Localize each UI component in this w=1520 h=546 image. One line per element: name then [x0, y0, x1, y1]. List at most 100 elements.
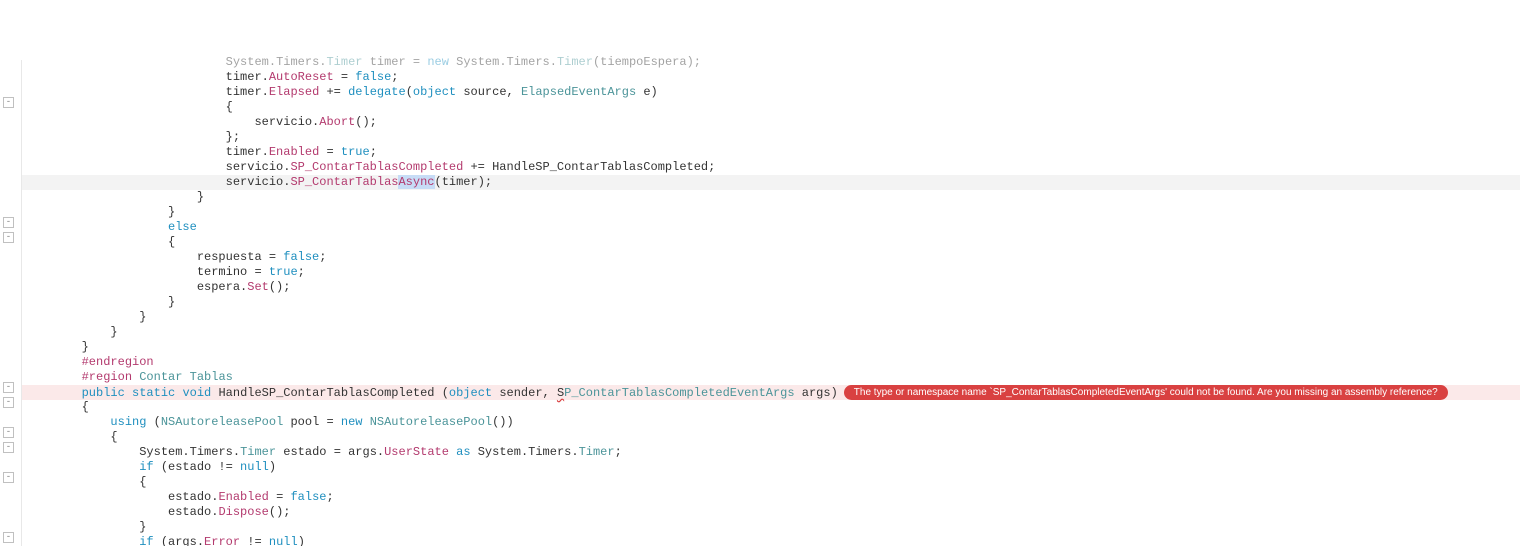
code-token: ();	[269, 505, 291, 519]
fold-toggle[interactable]: -	[3, 97, 14, 108]
code-line[interactable]: {	[22, 400, 1520, 415]
code-line[interactable]: }	[22, 325, 1520, 340]
code-line[interactable]: }	[22, 520, 1520, 535]
code-token: };	[226, 130, 240, 144]
code-line[interactable]: estado.Enabled = false;	[22, 490, 1520, 505]
code-token: new	[341, 415, 363, 429]
indent	[24, 430, 110, 444]
indent	[24, 265, 197, 279]
code-line[interactable]: respuesta = false;	[22, 250, 1520, 265]
fold-gutter[interactable]: -----------	[0, 60, 22, 546]
code-token: }	[197, 190, 204, 204]
code-line[interactable]: servicio.SP_ContarTablasAsync(timer);	[22, 175, 1520, 190]
code-line[interactable]: }	[22, 310, 1520, 325]
code-token: true	[269, 265, 298, 279]
code-token: ())	[492, 415, 514, 429]
code-area[interactable]: System.Timers.Timer timer = new System.T…	[22, 55, 1520, 546]
code-line[interactable]: termino = true;	[22, 265, 1520, 280]
code-token: #region	[82, 370, 132, 384]
code-line[interactable]: estado.Dispose();	[22, 505, 1520, 520]
code-line[interactable]: public static void HandleSP_ContarTablas…	[22, 385, 1520, 400]
fold-toggle[interactable]: -	[3, 532, 14, 543]
code-token: }	[110, 325, 117, 339]
fold-toggle[interactable]: -	[3, 472, 14, 483]
code-token: void	[182, 386, 211, 400]
indent	[24, 490, 168, 504]
code-token: (args.	[154, 535, 204, 546]
code-token: (estado !=	[154, 460, 240, 474]
indent	[24, 280, 197, 294]
code-line[interactable]: if (args.Error != null)	[22, 535, 1520, 546]
code-line[interactable]: #region Contar Tablas	[22, 370, 1520, 385]
code-line[interactable]: servicio.SP_ContarTablasCompleted += Han…	[22, 160, 1520, 175]
code-line[interactable]: servicio.Abort();	[22, 115, 1520, 130]
fold-toggle[interactable]: -	[3, 397, 14, 408]
indent	[24, 85, 226, 99]
indent	[24, 520, 139, 534]
code-token: estado.	[168, 490, 218, 504]
code-token: termino =	[197, 265, 269, 279]
code-line[interactable]: System.Timers.Timer timer = new System.T…	[22, 55, 1520, 70]
code-token: SP_ContarTablasCompleted	[290, 160, 463, 174]
fold-toggle[interactable]: -	[3, 442, 14, 453]
code-token: using	[110, 415, 146, 429]
code-token: += HandleSP_ContarTablasCompleted;	[463, 160, 715, 174]
code-line[interactable]: timer.Elapsed += delegate(object source,…	[22, 85, 1520, 100]
code-token: timer.	[226, 85, 269, 99]
code-token: ElapsedEventArgs	[521, 85, 636, 99]
code-line[interactable]: }	[22, 190, 1520, 205]
code-token: timer.	[226, 70, 269, 84]
code-line[interactable]: else	[22, 220, 1520, 235]
code-line[interactable]: {	[22, 430, 1520, 445]
indent	[24, 370, 82, 384]
code-line[interactable]: timer.AutoReset = false;	[22, 70, 1520, 85]
code-line[interactable]: }	[22, 340, 1520, 355]
code-line[interactable]: timer.Enabled = true;	[22, 145, 1520, 160]
fold-toggle[interactable]: -	[3, 382, 14, 393]
code-token: Error	[204, 535, 240, 546]
code-token: =	[269, 490, 291, 504]
code-token: args)	[795, 386, 838, 400]
code-line[interactable]: {	[22, 475, 1520, 490]
error-bubble[interactable]: The type or namespace name `SP_ContarTab…	[844, 385, 1448, 400]
indent	[24, 415, 110, 429]
code-token: =	[319, 145, 341, 159]
code-line[interactable]: }	[22, 205, 1520, 220]
code-token: }	[82, 340, 89, 354]
code-line[interactable]: if (estado != null)	[22, 460, 1520, 475]
code-line[interactable]: {	[22, 100, 1520, 115]
code-token: else	[168, 220, 197, 234]
code-line[interactable]: espera.Set();	[22, 280, 1520, 295]
indent	[24, 295, 168, 309]
code-token: .	[233, 445, 240, 459]
fold-toggle[interactable]: -	[3, 232, 14, 243]
code-token: null	[240, 460, 269, 474]
code-line[interactable]: }	[22, 295, 1520, 310]
code-token: Contar Tablas	[139, 370, 233, 384]
code-token: {	[226, 100, 233, 114]
fold-toggle[interactable]: -	[3, 427, 14, 438]
code-token: Timers	[507, 55, 550, 69]
code-line[interactable]: #endregion	[22, 355, 1520, 370]
code-editor[interactable]: ----------- System.Timers.Timer timer = …	[0, 60, 1520, 546]
code-line[interactable]: using (NSAutoreleasePool pool = new NSAu…	[22, 415, 1520, 430]
code-token: P_ContarTablasCompletedEventArgs	[564, 386, 794, 400]
code-token: delegate	[348, 85, 406, 99]
fold-toggle[interactable]: -	[3, 217, 14, 228]
code-token: NSAutoreleasePool	[370, 415, 492, 429]
code-token: Timers	[276, 55, 319, 69]
code-token: object	[413, 85, 456, 99]
code-token: .	[550, 55, 557, 69]
code-line[interactable]: {	[22, 235, 1520, 250]
indent	[24, 100, 226, 114]
code-line[interactable]: System.Timers.Timer estado = args.UserSt…	[22, 445, 1520, 460]
code-token: servicio.	[226, 160, 291, 174]
code-token: as	[456, 445, 470, 459]
code-token: timer =	[363, 55, 428, 69]
indent	[24, 475, 139, 489]
code-token: Timers	[190, 445, 233, 459]
indent	[24, 325, 110, 339]
indent	[24, 145, 226, 159]
code-token: HandleSP_ContarTablasCompleted (	[211, 386, 449, 400]
code-line[interactable]: };	[22, 130, 1520, 145]
